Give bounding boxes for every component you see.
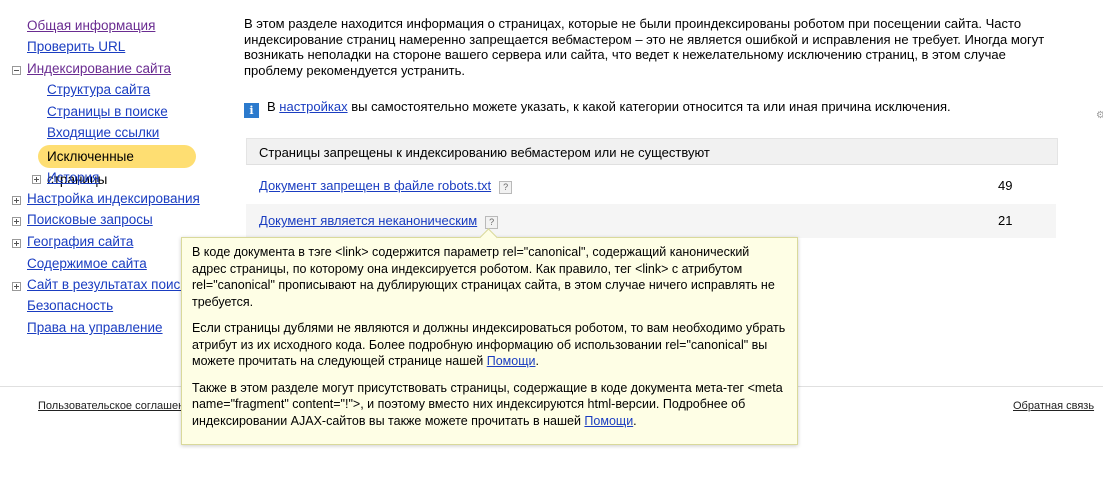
help-tooltip: В коде документа в тэге <link> содержитс… bbox=[181, 237, 798, 445]
help-icon[interactable]: ? bbox=[499, 181, 513, 194]
sidebar-item-label[interactable]: Общая информация bbox=[27, 18, 155, 33]
expand-icon[interactable] bbox=[12, 196, 21, 205]
sidebar-item-history[interactable]: История bbox=[47, 168, 99, 188]
sidebar-item-label[interactable]: Структура сайта bbox=[47, 82, 150, 97]
sidebar-item-indexing[interactable]: Индексирование сайта bbox=[27, 59, 171, 79]
info-prefix: В bbox=[267, 99, 276, 114]
sidebar-item-label[interactable]: Индексирование сайта bbox=[27, 61, 171, 76]
scroll-marker-icon: ⚙ bbox=[1096, 110, 1103, 121]
table-row-reason: Документ является неканоническим? bbox=[259, 204, 499, 238]
tooltip-paragraph-1: В коде документа в тэге <link> содержитс… bbox=[192, 245, 775, 309]
sidebar-item-label[interactable]: География сайта bbox=[27, 234, 133, 249]
tooltip-paragraph-3: Также в этом разделе могут присутствоват… bbox=[192, 380, 787, 430]
sidebar-item-pages-in-search[interactable]: Страницы в поиске bbox=[47, 102, 168, 122]
sidebar-item-label[interactable]: История bbox=[47, 170, 99, 185]
sidebar-item-excluded-pages[interactable]: Исключенные страницы bbox=[38, 145, 196, 187]
sidebar-item-incoming-links[interactable]: Входящие ссылки bbox=[47, 123, 159, 143]
tooltip-paragraph-2: Если страницы дублями не являются и долж… bbox=[192, 320, 787, 370]
info-suffix: вы самостоятельно можете указать, к како… bbox=[351, 99, 951, 114]
tooltip-text: Также в этом разделе могут присутствоват… bbox=[192, 380, 783, 428]
table-row-count: 49 bbox=[998, 178, 1013, 193]
info-note: iВ настройках вы самостоятельно можете у… bbox=[244, 98, 951, 118]
table-row: Документ запрещен в файле robots.txt? 49 bbox=[246, 169, 1056, 203]
footer-left: Пользовательское соглашение bbox=[38, 400, 196, 412]
sidebar-item-label[interactable]: Поисковые запросы bbox=[27, 212, 153, 227]
sidebar-item-geography[interactable]: География сайта bbox=[27, 232, 133, 252]
sidebar-item-general[interactable]: Общая информация bbox=[27, 16, 155, 36]
tooltip-period: . bbox=[633, 413, 637, 428]
settings-link[interactable]: настройках bbox=[279, 99, 347, 114]
expand-icon[interactable] bbox=[12, 239, 21, 248]
help-icon[interactable]: ? bbox=[485, 216, 499, 229]
reason-link[interactable]: Документ является неканоническим bbox=[259, 213, 477, 228]
intro-text: В этом разделе находится информация о ст… bbox=[244, 16, 1045, 78]
sidebar-item-search-queries[interactable]: Поисковые запросы bbox=[27, 210, 153, 230]
sidebar-item-label[interactable]: Безопасность bbox=[27, 298, 113, 313]
sidebar-item-label[interactable]: Проверить URL bbox=[27, 39, 125, 54]
help-link[interactable]: Помощи bbox=[487, 354, 536, 368]
reason-link[interactable]: Документ запрещен в файле robots.txt bbox=[259, 178, 491, 193]
expand-icon[interactable] bbox=[12, 282, 21, 291]
sidebar-item-label[interactable]: Страницы в поиске bbox=[47, 104, 168, 119]
table-header: Страницы запрещены к индексированию вебм… bbox=[246, 138, 1058, 165]
sidebar-item-label[interactable]: Сайт в результатах поиска bbox=[27, 277, 194, 292]
sidebar-item-rights[interactable]: Права на управление bbox=[27, 318, 163, 338]
tooltip-period: . bbox=[535, 354, 539, 368]
table-row-reason: Документ запрещен в файле robots.txt? bbox=[259, 169, 513, 203]
table-row: Документ является неканоническим? 21 bbox=[246, 204, 1056, 238]
expand-icon[interactable] bbox=[12, 217, 21, 226]
sidebar-item-check-url[interactable]: Проверить URL bbox=[27, 37, 125, 57]
sidebar-item-security[interactable]: Безопасность bbox=[27, 296, 113, 316]
table-row-count: 21 bbox=[998, 213, 1013, 228]
sidebar-item-content[interactable]: Содержимое сайта bbox=[27, 254, 147, 274]
user-agreement-link[interactable]: Пользовательское соглашение bbox=[38, 400, 196, 412]
footer-right: Обратная связь bbox=[1013, 400, 1094, 412]
sidebar-item-label[interactable]: Права на управление bbox=[27, 320, 163, 335]
sidebar-item-index-settings[interactable]: Настройка индексирования bbox=[27, 189, 200, 209]
sidebar-item-label[interactable]: Содержимое сайта bbox=[27, 256, 147, 271]
expand-icon[interactable] bbox=[32, 175, 41, 184]
sidebar-item-search-results[interactable]: Сайт в результатах поиска bbox=[27, 275, 194, 295]
help-link[interactable]: Помощи bbox=[584, 414, 633, 428]
feedback-link[interactable]: Обратная связь bbox=[1013, 400, 1094, 412]
info-icon: i bbox=[244, 103, 259, 118]
sidebar-item-structure[interactable]: Структура сайта bbox=[47, 80, 150, 100]
sidebar-item-label[interactable]: Настройка индексирования bbox=[27, 191, 200, 206]
collapse-icon[interactable] bbox=[12, 66, 21, 75]
sidebar-item-label[interactable]: Входящие ссылки bbox=[47, 125, 159, 140]
